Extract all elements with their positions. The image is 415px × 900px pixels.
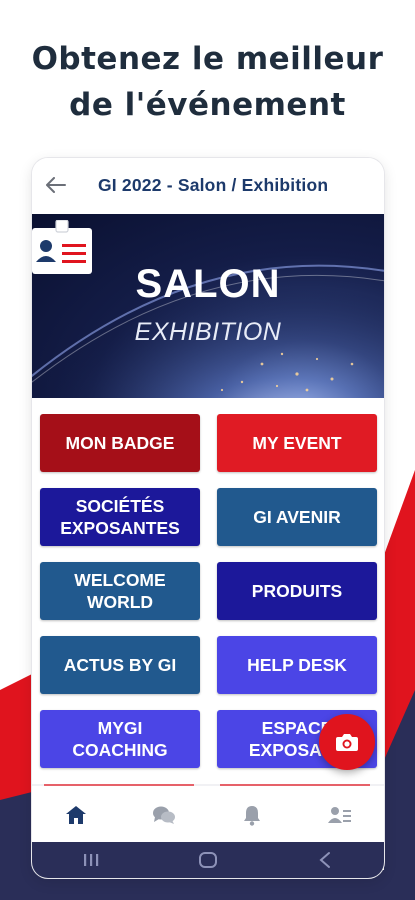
arrow-left-icon xyxy=(46,177,66,193)
chat-icon xyxy=(153,806,175,824)
bell-icon xyxy=(244,806,260,826)
tile-mygi-coaching[interactable]: MYGI COACHING xyxy=(40,710,200,768)
system-back-button[interactable] xyxy=(305,845,345,875)
tile-mon-badge[interactable]: MON BADGE xyxy=(40,414,200,472)
system-navigation-bar xyxy=(32,842,384,878)
system-home-button[interactable] xyxy=(188,845,228,875)
bottom-navigation xyxy=(32,788,384,842)
back-button[interactable] xyxy=(34,158,78,212)
system-recents-button[interactable] xyxy=(71,845,111,875)
tile-actus-by-gi[interactable]: ACTUS BY GI xyxy=(40,636,200,694)
nav-notifications[interactable] xyxy=(222,793,282,837)
recents-icon xyxy=(83,854,98,866)
back-chevron-icon xyxy=(319,852,331,868)
tile-help-desk[interactable]: HELP DESK xyxy=(217,636,377,694)
headline-line-2: de l'événement xyxy=(69,87,346,123)
banner-title: SALON xyxy=(135,262,281,306)
app-screen: GI 2022 - Salon / Exhibition SALON EXHIB… xyxy=(32,158,384,878)
nav-chat[interactable] xyxy=(134,793,194,837)
nav-home[interactable] xyxy=(46,793,106,837)
app-title: GI 2022 - Salon / Exhibition xyxy=(98,174,329,195)
headline: Obtenez le meilleur de l'événement xyxy=(0,36,415,128)
banner-subtitle: EXHIBITION xyxy=(134,318,282,346)
bottom-nav-divider xyxy=(32,784,384,786)
home-icon xyxy=(66,806,86,824)
tile-produits[interactable]: PRODUITS xyxy=(217,562,377,620)
tile-gi-avenir[interactable]: GI AVENIR xyxy=(217,488,377,546)
tile-my-event[interactable]: MY EVENT xyxy=(217,414,377,472)
tile-welcome-world[interactable]: WELCOME WORLD xyxy=(40,562,200,620)
nav-contacts[interactable] xyxy=(310,793,370,837)
app-bar: GI 2022 - Salon / Exhibition xyxy=(32,158,384,212)
event-banner: SALON EXHIBITION xyxy=(32,214,384,398)
contact-list-icon xyxy=(328,807,351,823)
home-pill-icon xyxy=(198,852,217,868)
headline-line-1: Obtenez le meilleur xyxy=(31,41,384,77)
camera-icon xyxy=(336,734,358,751)
camera-fab-button[interactable] xyxy=(319,714,375,770)
tile-societes-exposantes[interactable]: SOCIÉTÉS EXPOSANTES xyxy=(40,488,200,546)
